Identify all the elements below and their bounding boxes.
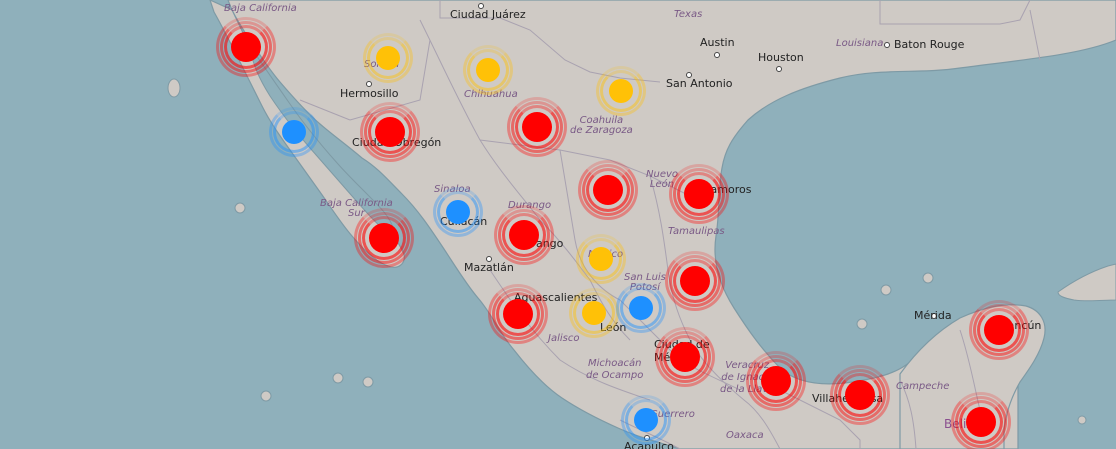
marker-dot [609, 79, 633, 103]
marker-veracruz[interactable] [744, 349, 808, 413]
marker-cancun[interactable] [967, 298, 1031, 362]
marker-monterrey[interactable] [576, 158, 640, 222]
marker-tijuana[interactable] [214, 15, 278, 79]
marker-dot [446, 200, 470, 224]
marker-culiacan[interactable] [426, 180, 490, 244]
marker-dot [503, 299, 533, 329]
marker-dot [845, 380, 875, 410]
marker-dot [522, 112, 552, 142]
marker-belize[interactable] [949, 390, 1013, 449]
marker-durango[interactable] [492, 203, 556, 267]
marker-dot [761, 366, 791, 396]
marker-sonora-north[interactable] [356, 26, 420, 90]
markers-layer [0, 0, 1116, 449]
marker-dot [376, 46, 400, 70]
marker-villahermosa[interactable] [828, 363, 892, 427]
marker-dot [593, 175, 623, 205]
marker-dot [282, 120, 306, 144]
map-view[interactable]: Baja California Ciudad Juárez Texas Aust… [0, 0, 1116, 449]
marker-coahuila-north[interactable] [589, 59, 653, 123]
marker-dot [684, 179, 714, 209]
marker-dot [984, 315, 1014, 345]
marker-dot [629, 296, 653, 320]
marker-dot [670, 342, 700, 372]
marker-dot [680, 266, 710, 296]
marker-la-paz[interactable] [352, 206, 416, 270]
marker-acapulco[interactable] [614, 388, 678, 449]
marker-dot [966, 407, 996, 437]
marker-dot [634, 408, 658, 432]
marker-baja-mid[interactable] [262, 100, 326, 164]
marker-dot [582, 301, 606, 325]
marker-chihuahua-north[interactable] [456, 38, 520, 102]
marker-guadalajara[interactable] [486, 282, 550, 346]
marker-dot [231, 32, 261, 62]
marker-dot [369, 223, 399, 253]
marker-chihuahua-south[interactable] [505, 95, 569, 159]
marker-dot [476, 58, 500, 82]
marker-matamoros[interactable] [667, 162, 731, 226]
marker-ciudad-de-mexico[interactable] [653, 325, 717, 389]
marker-dot [589, 247, 613, 271]
marker-dot [509, 220, 539, 250]
marker-dot [375, 117, 405, 147]
marker-ciudad-obregon[interactable] [358, 100, 422, 164]
